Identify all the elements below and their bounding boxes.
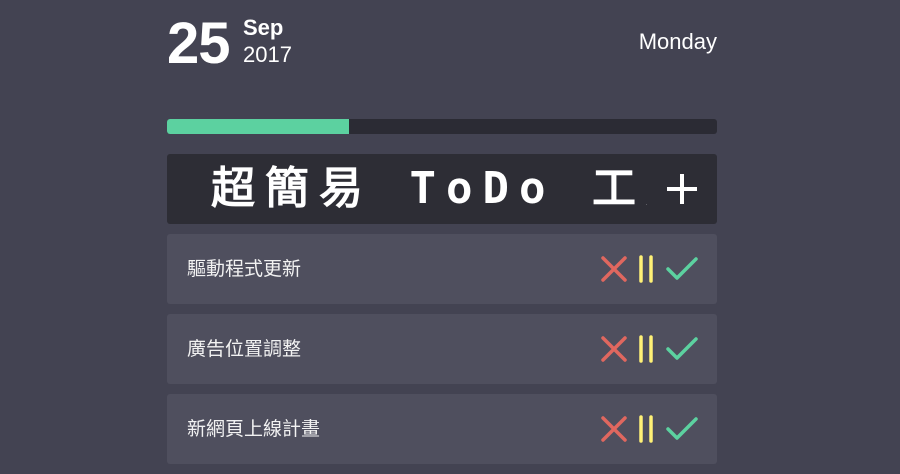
task-text: 廣告位置調整 bbox=[187, 338, 302, 360]
close-icon bbox=[601, 336, 627, 362]
task-actions bbox=[599, 252, 699, 286]
add-task-button[interactable] bbox=[647, 154, 717, 224]
task-text: 新網頁上線計畫 bbox=[187, 418, 321, 440]
weekday-label: Monday bbox=[638, 29, 717, 54]
close-icon bbox=[601, 416, 627, 442]
pause-icon bbox=[639, 415, 653, 443]
pause-task-button[interactable] bbox=[635, 332, 657, 366]
check-icon bbox=[666, 337, 698, 360]
task-text: 驅動程式更新 bbox=[187, 258, 302, 280]
pause-task-button[interactable] bbox=[635, 252, 657, 286]
complete-task-button[interactable] bbox=[665, 332, 699, 366]
complete-task-button[interactable] bbox=[665, 412, 699, 446]
todo-app: 25 Sep 2017 Monday 驅動程式更新 bbox=[167, 0, 717, 474]
delete-task-button[interactable] bbox=[599, 252, 629, 286]
delete-task-button[interactable] bbox=[599, 332, 629, 366]
complete-task-button[interactable] bbox=[665, 252, 699, 286]
progress-fill bbox=[167, 119, 349, 134]
pause-task-button[interactable] bbox=[635, 412, 657, 446]
task-item: 廣告位置調整 bbox=[167, 314, 717, 384]
date-header: 25 Sep 2017 Monday bbox=[167, 12, 717, 82]
add-task-input[interactable] bbox=[167, 154, 647, 224]
add-task-box bbox=[167, 154, 717, 224]
task-item: 驅動程式更新 bbox=[167, 234, 717, 304]
delete-task-button[interactable] bbox=[599, 412, 629, 446]
month-label: Sep bbox=[243, 15, 284, 40]
pause-icon bbox=[639, 255, 653, 283]
task-actions bbox=[599, 412, 699, 446]
year-label: 2017 bbox=[243, 42, 292, 67]
check-icon bbox=[666, 417, 698, 440]
task-list: 驅動程式更新 廣告位置調整 新網頁上線計畫 bbox=[167, 234, 717, 474]
progress-bar bbox=[167, 119, 717, 134]
plus-icon bbox=[667, 174, 697, 204]
task-actions bbox=[599, 332, 699, 366]
day-number: 25 bbox=[167, 11, 231, 76]
task-item: 新網頁上線計畫 bbox=[167, 394, 717, 464]
close-icon bbox=[601, 256, 627, 282]
check-icon bbox=[666, 257, 698, 280]
pause-icon bbox=[639, 335, 653, 363]
